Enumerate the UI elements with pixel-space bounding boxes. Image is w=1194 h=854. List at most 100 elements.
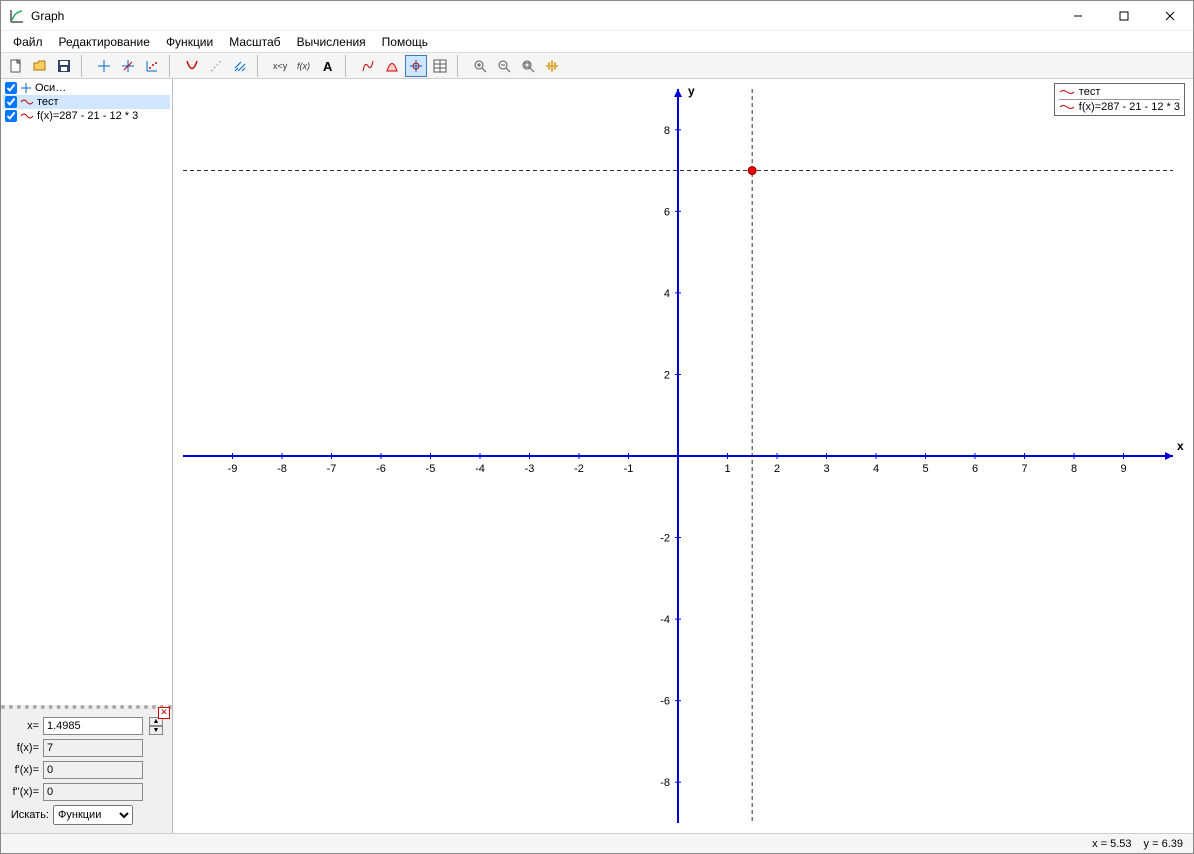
- legend-row: f(x)=287 - 21 - 12 * 3: [1059, 99, 1180, 113]
- axes-plot-icon[interactable]: [141, 55, 163, 77]
- legend-row: тест: [1059, 86, 1180, 98]
- new-file-icon[interactable]: [5, 55, 27, 77]
- app-icon: [9, 8, 25, 24]
- bell-icon[interactable]: [381, 55, 403, 77]
- search-select[interactable]: Функции: [53, 805, 133, 825]
- svg-text:-7: -7: [327, 463, 337, 475]
- axes-small-icon: [20, 82, 32, 94]
- svg-text:-9: -9: [228, 463, 238, 475]
- inequality-icon[interactable]: x<y: [269, 55, 291, 77]
- svg-text:-5: -5: [426, 463, 436, 475]
- tree-label-axes: Оси…: [35, 82, 66, 94]
- line-icon[interactable]: [205, 55, 227, 77]
- status-x: x = 5.53: [1092, 838, 1131, 850]
- svg-text:4: 4: [664, 288, 670, 300]
- fx-label: f(x)=: [5, 742, 39, 754]
- svg-text:-1: -1: [624, 463, 634, 475]
- status-y: y = 6.39: [1144, 838, 1183, 850]
- svg-text:4: 4: [873, 463, 879, 475]
- svg-text:-8: -8: [277, 463, 287, 475]
- x-spinner[interactable]: ▲ ▼: [149, 717, 163, 735]
- wave-small-icon: [20, 97, 34, 107]
- tree-item-test[interactable]: тест: [3, 95, 170, 109]
- fx-output: [43, 739, 143, 757]
- curve-icon[interactable]: [357, 55, 379, 77]
- menu-functions[interactable]: Функции: [160, 33, 219, 51]
- svg-text:9: 9: [1120, 463, 1126, 475]
- svg-text:A: A: [323, 59, 333, 74]
- axes-icon[interactable]: [93, 55, 115, 77]
- eval-panel: ✕ x= ▲ ▼ f(x)= f'(x)= f''(x)=: [1, 705, 172, 833]
- save-file-icon[interactable]: [53, 55, 75, 77]
- tree-checkbox-axes[interactable]: [5, 82, 17, 94]
- axes-cross-icon[interactable]: [117, 55, 139, 77]
- f2x-label: f''(x)=: [5, 786, 39, 798]
- hatching-icon[interactable]: [229, 55, 251, 77]
- tree-checkbox-fn[interactable]: [5, 110, 17, 122]
- close-panel-icon[interactable]: ✕: [158, 707, 170, 719]
- zoom-fit-icon[interactable]: [517, 55, 539, 77]
- x-label: x=: [5, 720, 39, 732]
- svg-text:-8: -8: [660, 777, 670, 789]
- menu-calc[interactable]: Вычисления: [291, 33, 372, 51]
- svg-text:8: 8: [664, 125, 670, 137]
- f1x-output: [43, 761, 143, 779]
- minimize-button[interactable]: [1055, 1, 1101, 31]
- wave-small-icon: [20, 111, 34, 121]
- svg-text:-4: -4: [660, 614, 670, 626]
- legend[interactable]: тест f(x)=287 - 21 - 12 * 3: [1054, 83, 1185, 116]
- svg-text:1: 1: [724, 463, 730, 475]
- menu-file[interactable]: Файл: [7, 33, 49, 51]
- parabola-icon[interactable]: [181, 55, 203, 77]
- f1x-label: f'(x)=: [5, 764, 39, 776]
- zoom-out-icon[interactable]: [493, 55, 515, 77]
- svg-text:5: 5: [922, 463, 928, 475]
- svg-text:x<y: x<y: [273, 61, 288, 71]
- svg-text:7: 7: [1021, 463, 1027, 475]
- open-file-icon[interactable]: [29, 55, 51, 77]
- svg-text:3: 3: [823, 463, 829, 475]
- spin-down-icon[interactable]: ▼: [149, 726, 163, 735]
- svg-text:2: 2: [774, 463, 780, 475]
- svg-text:-6: -6: [376, 463, 386, 475]
- graph-canvas[interactable]: xy-9-8-7-6-5-4-3-2-1123456789-8-6-4-2246…: [173, 79, 1193, 833]
- trace-icon[interactable]: [405, 55, 427, 77]
- menubar: Файл Редактирование Функции Масштаб Вычи…: [1, 31, 1193, 53]
- menu-zoom[interactable]: Масштаб: [223, 33, 286, 51]
- tree-item-axes[interactable]: Оси…: [3, 81, 170, 95]
- tree-label-fn: f(x)=287 - 21 - 12 * 3: [37, 110, 138, 122]
- svg-text:-4: -4: [475, 463, 485, 475]
- svg-text:-2: -2: [660, 533, 670, 545]
- function-icon[interactable]: f(x): [293, 55, 315, 77]
- zoom-in-icon[interactable]: [469, 55, 491, 77]
- tree-item-fn[interactable]: f(x)=287 - 21 - 12 * 3: [3, 109, 170, 123]
- svg-text:8: 8: [1071, 463, 1077, 475]
- svg-text:x: x: [1177, 439, 1184, 453]
- left-pane: Оси… тест f(x)=287 - 21 - 12 * 3 ✕ x= ▲: [1, 79, 173, 833]
- svg-text:y: y: [688, 84, 695, 98]
- pan-icon[interactable]: [541, 55, 563, 77]
- svg-text:-3: -3: [525, 463, 535, 475]
- svg-text:-6: -6: [660, 696, 670, 708]
- tree-checkbox-test[interactable]: [5, 96, 17, 108]
- text-icon[interactable]: A: [317, 55, 339, 77]
- menu-help[interactable]: Помощь: [376, 33, 434, 51]
- maximize-button[interactable]: [1101, 1, 1147, 31]
- toolbar: x<y f(x) A: [1, 53, 1193, 79]
- tree-label-test: тест: [37, 96, 59, 108]
- window-title: Graph: [31, 9, 64, 23]
- table-icon[interactable]: [429, 55, 451, 77]
- function-tree[interactable]: Оси… тест f(x)=287 - 21 - 12 * 3: [1, 79, 172, 705]
- svg-text:2: 2: [664, 369, 670, 381]
- svg-text:-2: -2: [574, 463, 584, 475]
- x-input[interactable]: [43, 717, 143, 735]
- coordinate-plane: xy-9-8-7-6-5-4-3-2-1123456789-8-6-4-2246…: [173, 79, 1193, 833]
- svg-text:6: 6: [664, 206, 670, 218]
- menu-edit[interactable]: Редактирование: [53, 33, 156, 51]
- search-label: Искать:: [5, 809, 49, 821]
- main-area: Оси… тест f(x)=287 - 21 - 12 * 3 ✕ x= ▲: [1, 79, 1193, 833]
- close-button[interactable]: [1147, 1, 1193, 31]
- titlebar: Graph: [1, 1, 1193, 31]
- f2x-output: [43, 783, 143, 801]
- legend-label-2: f(x)=287 - 21 - 12 * 3: [1079, 101, 1180, 113]
